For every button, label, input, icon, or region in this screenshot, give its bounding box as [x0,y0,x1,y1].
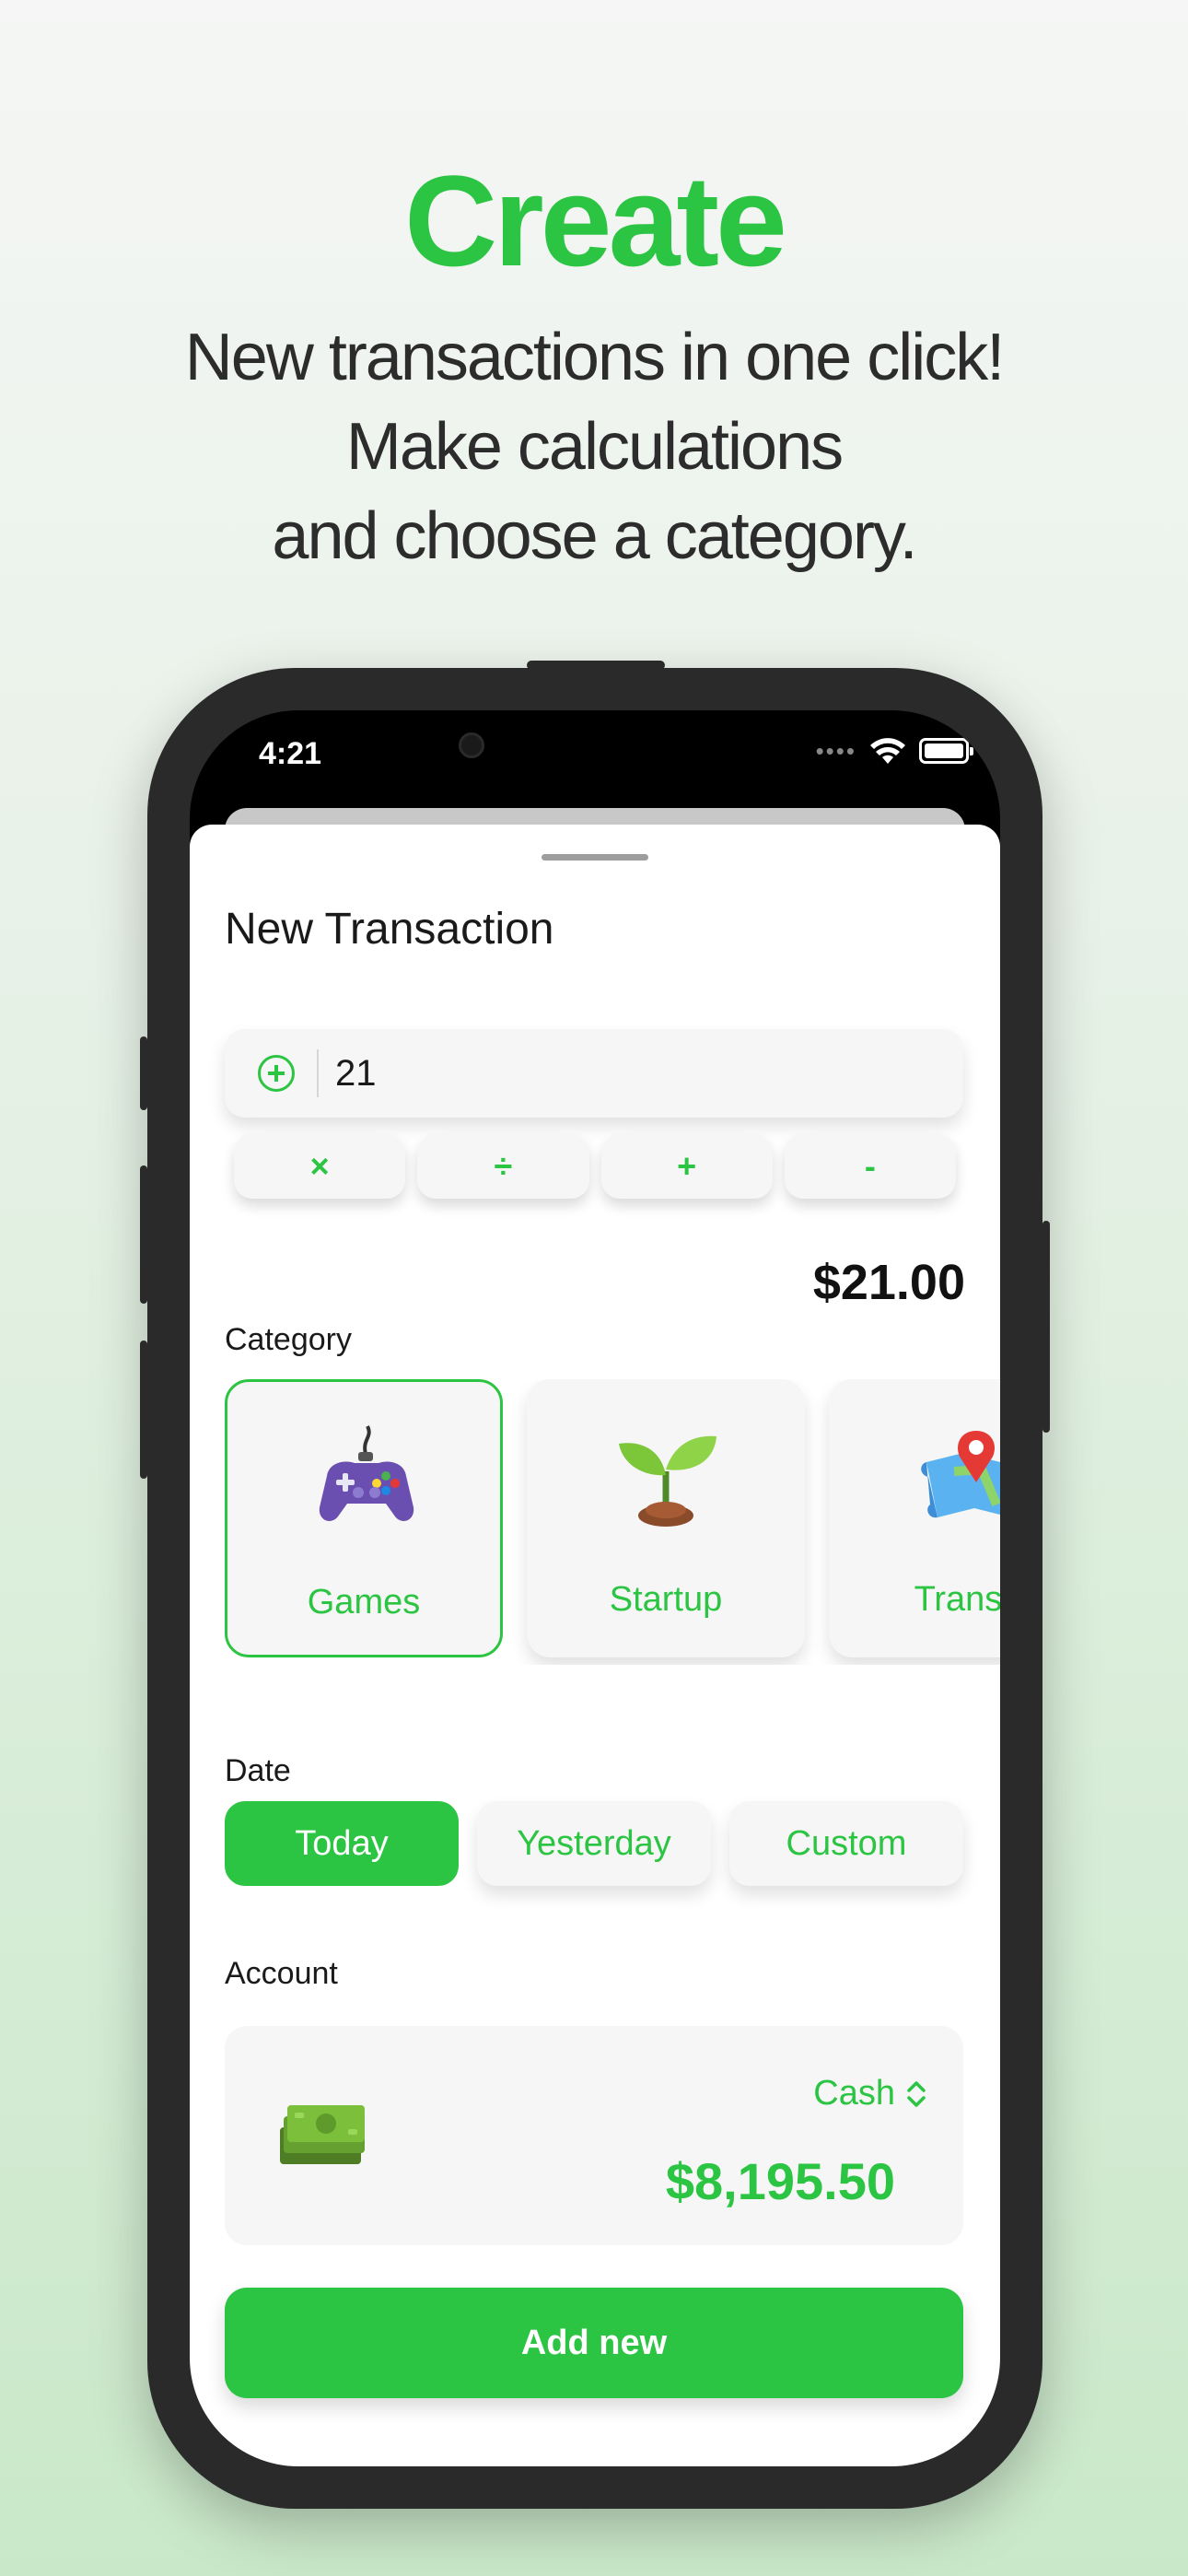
add-new-button[interactable]: Add new [225,2288,963,2398]
amount-value[interactable]: 21 [335,1053,377,1095]
category-card-games[interactable]: Games [225,1379,503,1657]
status-icons: •••• [815,736,973,766]
category-label: Category [225,1322,352,1357]
sprout-icon [619,1435,716,1527]
camera-icon [459,732,484,758]
category-label-games: Games [307,1583,421,1622]
volume-down-button [140,1341,147,1479]
gamepad-icon [319,1425,414,1521]
subtract-button[interactable]: - [784,1134,956,1199]
tagline-line: New transactions in one click! [184,321,1005,394]
chevron-up-down-icon[interactable] [904,2078,928,2111]
signal-icon: •••• [815,736,856,765]
date-label: Date [225,1753,291,1788]
sheet-title: New Transaction [225,905,554,954]
map-pin-icon [921,1431,1000,1518]
category-label-transport: Transp [914,1580,1000,1619]
add-operator-button[interactable]: + [600,1134,773,1199]
amount-input[interactable]: 21 [225,1029,963,1118]
wifi-icon [870,738,905,764]
phone-frame: 4:21 •••• New Transaction 21 × ÷ + - $21… [140,661,1050,2509]
tagline-line: and choose a category. [272,499,917,573]
battery-icon [919,738,973,764]
status-time: 4:21 [259,736,322,771]
date-today-button[interactable]: Today [225,1801,459,1886]
power-button [1042,1221,1050,1433]
money-stack-icon [280,2105,365,2164]
account-label: Account [225,1956,338,1991]
volume-up-button [140,1165,147,1304]
promo-tagline: New transactions in one click! Make calc… [0,313,1188,581]
category-card-startup[interactable]: Startup [527,1379,805,1657]
date-custom-button[interactable]: Custom [729,1801,963,1886]
category-carousel[interactable]: Games Startup Trans [225,1379,1000,1665]
speaker-grille [527,661,665,670]
account-card[interactable]: Cash $8,195.50 [225,2026,963,2245]
tagline-line: Make calculations [345,410,844,484]
sheet-grabber[interactable] [542,854,648,861]
category-card-transport[interactable]: Transp [829,1379,1000,1657]
date-yesterday-button[interactable]: Yesterday [477,1801,711,1886]
divide-button[interactable]: ÷ [417,1134,589,1199]
operator-row: × ÷ + - [234,1134,956,1202]
date-selector: Today Yesterday Custom [225,1801,963,1888]
category-label-startup: Startup [609,1580,723,1619]
new-transaction-sheet: New Transaction 21 × ÷ + - $21.00 Catego… [190,825,1000,2466]
total-amount: $21.00 [812,1255,965,1310]
input-divider [317,1049,319,1097]
multiply-button[interactable]: × [234,1134,406,1199]
plus-circle-icon[interactable] [258,1055,295,1092]
account-balance: $8,195.50 [665,2152,895,2210]
promo-headline: Create [404,148,787,293]
mute-switch [140,1036,147,1110]
notch [425,710,764,777]
phone-screen: 4:21 •••• New Transaction 21 × ÷ + - $21… [190,710,1000,2466]
account-name[interactable]: Cash [813,2074,895,2113]
